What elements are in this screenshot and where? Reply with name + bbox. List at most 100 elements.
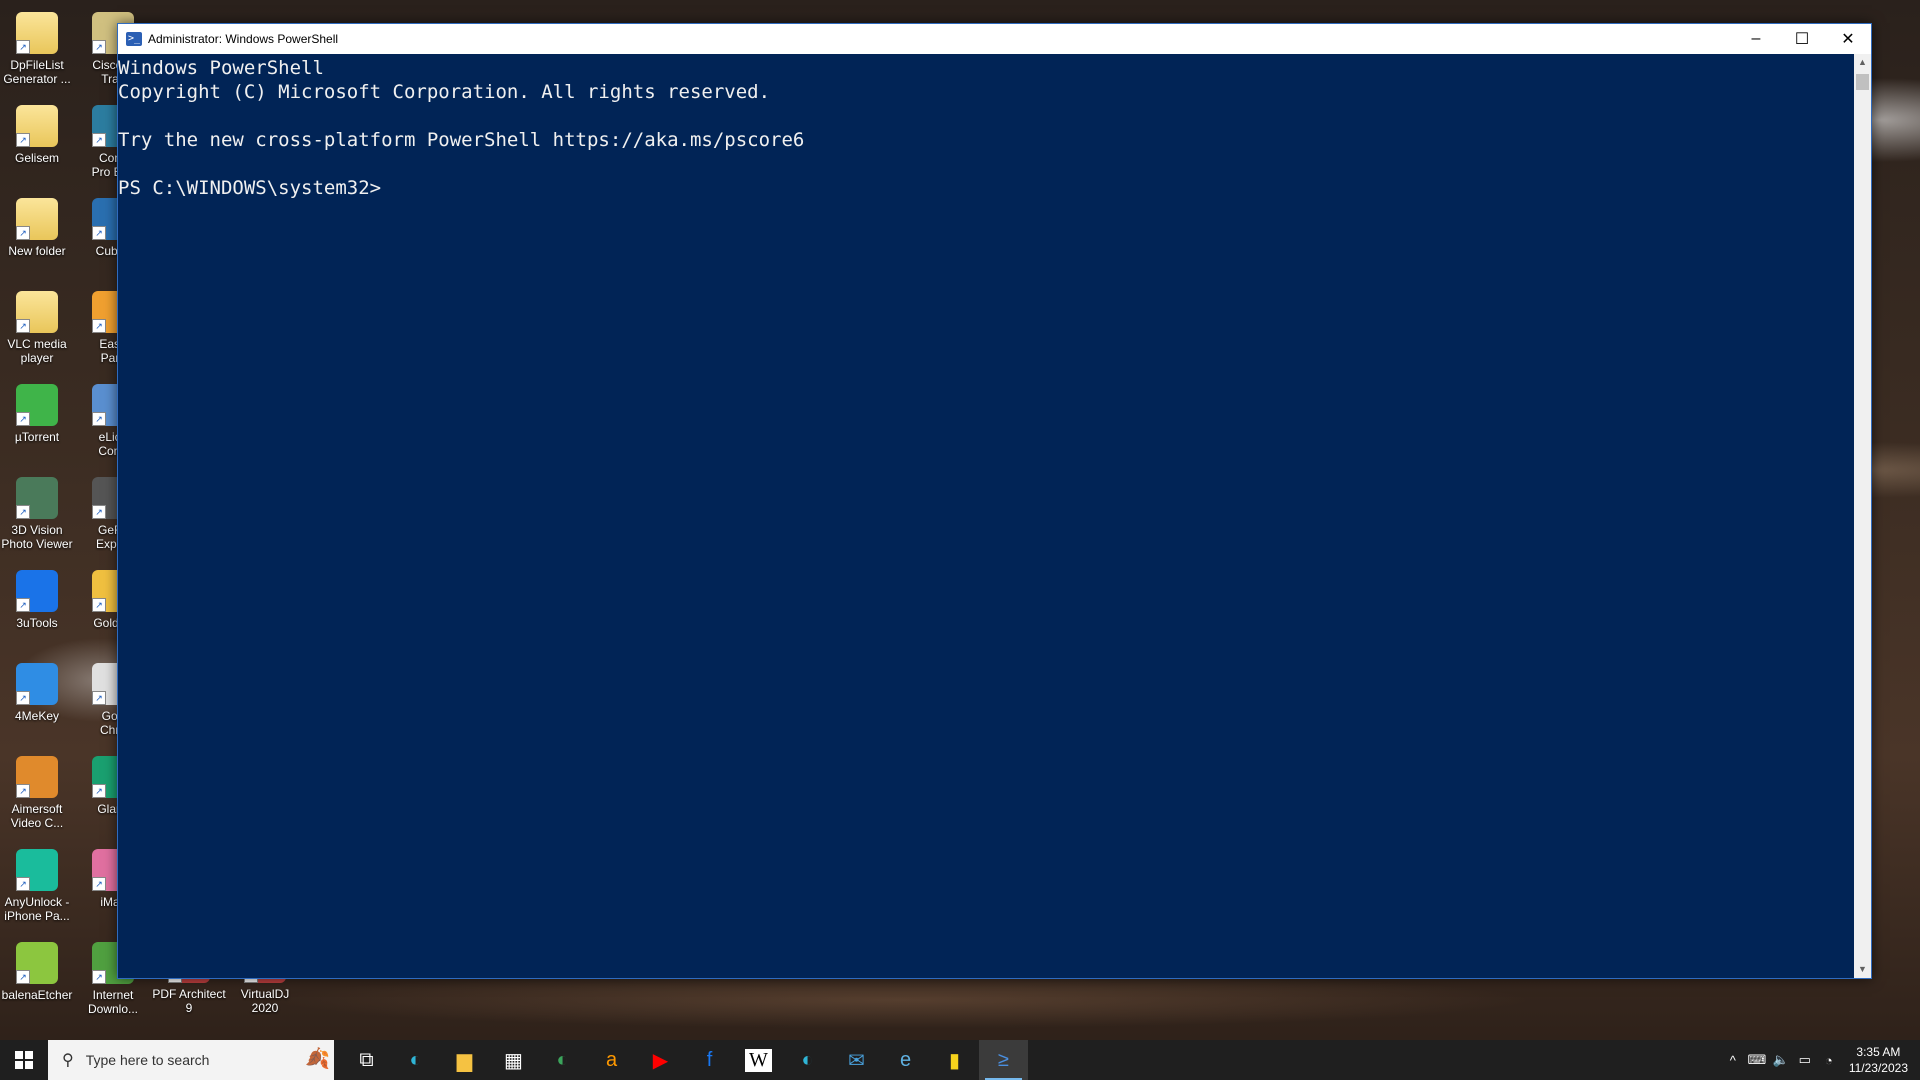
desktop-icon-label: balenaEtcher <box>1 988 73 1002</box>
edge-icon: ◐ <box>409 1048 422 1071</box>
ie-icon: e <box>899 1048 912 1071</box>
taskbar-mail-button[interactable]: ✉ <box>832 1040 881 1080</box>
taskbar-wikipedia-button[interactable]: W <box>734 1040 783 1080</box>
sticky-notes-icon: ▮ <box>948 1049 960 1072</box>
shortcut-arrow-icon: ↗ <box>16 691 30 705</box>
windows-icon <box>15 1051 33 1069</box>
folder-icon: ↗ <box>16 198 58 240</box>
scroll-up-icon[interactable]: ▲ <box>1854 54 1871 71</box>
taskbar-amazon-button[interactable]: a <box>587 1040 636 1080</box>
desktop-icon[interactable]: ↗ µTorrent <box>0 374 74 466</box>
close-button[interactable]: ✕ <box>1825 24 1871 54</box>
desktop-icon-label: DpFileList Generator ... <box>3 58 71 86</box>
clock-date: 11/23/2023 <box>1848 1061 1908 1075</box>
taskbar-sticky-notes-button[interactable]: ▮ <box>930 1040 979 1080</box>
desktop-icon[interactable]: ↗ DpFileList Generator ... <box>0 2 74 94</box>
mail-icon: ✉ <box>848 1049 865 1072</box>
desktop-icon-label: PDF Architect 9 <box>152 987 226 1015</box>
facebook-icon: f <box>706 1048 713 1071</box>
folder-icon: ↗ <box>16 105 58 147</box>
clock-time: 3:35 AM <box>1856 1045 1901 1059</box>
desktop-icon-label: µTorrent <box>14 430 60 444</box>
console-output[interactable]: Windows PowerShell Copyright (C) Microsof… <box>118 54 1853 980</box>
shortcut-arrow-icon: ↗ <box>92 319 106 333</box>
desktop-icon-label: 4MeKey <box>14 709 60 723</box>
start-button[interactable] <box>0 1040 48 1080</box>
powershell-icon: ≥ <box>998 1048 1009 1071</box>
desktop-icon[interactable]: ↗ AnyUnlock - iPhone Pa... <box>0 839 74 931</box>
shortcut-arrow-icon: ↗ <box>92 505 106 519</box>
vertical-scrollbar[interactable]: ▲ ▼ <box>1854 54 1871 978</box>
powershell-window[interactable]: >_ Administrator: Windows PowerShell – ☐… <box>117 23 1872 979</box>
search-box[interactable]: ⚲ Type here to search 🍂 <box>48 1040 334 1080</box>
desktop-icon-label: 3uTools <box>16 616 58 630</box>
taskbar-edge-button[interactable]: ◐ <box>391 1040 440 1080</box>
keyboard-icon[interactable]: ⌨ <box>1745 1052 1769 1068</box>
taskbar-task-view-button[interactable]: ⧉ <box>342 1040 391 1080</box>
desktop-icon[interactable]: ↗ Aimersoft Video C... <box>0 746 74 838</box>
shortcut-arrow-icon: ↗ <box>92 226 106 240</box>
edge-dev-icon: ◐ <box>556 1048 569 1071</box>
wikipedia-icon: W <box>745 1048 772 1072</box>
amazon-icon: a <box>605 1048 618 1071</box>
console-line: PS C:\WINDOWS\system32> <box>118 177 382 199</box>
taskbar-file-explorer-button[interactable]: ▆ <box>440 1040 489 1080</box>
shortcut-arrow-icon: ↗ <box>92 133 106 147</box>
taskbar-edge-beta-button[interactable]: ◐ <box>783 1040 832 1080</box>
scroll-down-icon[interactable]: ▼ <box>1854 961 1871 978</box>
console-line: Try the new cross-platform PowerShell ht… <box>118 129 805 151</box>
maximize-button[interactable]: ☐ <box>1779 24 1825 54</box>
desktop-icon-label: Internet Downlo... <box>87 988 139 1016</box>
desktop-icon-label: 3D Vision Photo Viewer <box>1 523 73 551</box>
file-explorer-icon: ▆ <box>456 1049 473 1072</box>
console-line: Copyright (C) Microsoft Corporation. All… <box>118 81 771 103</box>
app-icon: ↗ <box>16 384 58 426</box>
app-icon: ↗ <box>16 570 58 612</box>
app-icon: ↗ <box>16 477 58 519</box>
shortcut-arrow-icon: ↗ <box>16 133 30 147</box>
title-bar[interactable]: >_ Administrator: Windows PowerShell – ☐… <box>118 24 1871 54</box>
shortcut-arrow-icon: ↗ <box>92 877 106 891</box>
taskbar-youtube-button[interactable]: ▶ <box>636 1040 685 1080</box>
shortcut-arrow-icon: ↗ <box>92 598 106 612</box>
shortcut-arrow-icon: ↗ <box>16 319 30 333</box>
taskbar: ⚲ Type here to search 🍂 ⧉ ◐ ▆ ▦ ◐ a ▶ f W ◐ ✉ e ▮ ≥ ^… <box>0 1040 1920 1080</box>
edge-beta-icon: ◐ <box>801 1048 814 1071</box>
network-icon[interactable]: ◔ <box>1817 1053 1841 1068</box>
desktop-icon-label: Aimersoft Video C... <box>10 802 64 830</box>
shortcut-arrow-icon: ↗ <box>92 412 106 426</box>
shortcut-arrow-icon: ↗ <box>92 784 106 798</box>
taskbar-powershell-button[interactable]: ≥ <box>979 1040 1028 1080</box>
desktop-icon[interactable]: ↗ Gelisem <box>0 95 74 187</box>
search-placeholder: Type here to search <box>85 1052 210 1068</box>
desktop-icon[interactable]: ↗ 4MeKey <box>0 653 74 745</box>
taskbar-store-button[interactable]: ▦ <box>489 1040 538 1080</box>
folder-icon: ↗ <box>16 291 58 333</box>
task-view-icon: ⧉ <box>359 1048 374 1071</box>
volume-icon[interactable]: 🔈 <box>1769 1052 1793 1068</box>
desktop-icon-label: AnyUnlock - iPhone Pa... <box>4 895 70 923</box>
youtube-icon: ▶ <box>652 1049 669 1072</box>
minimize-button[interactable]: – <box>1733 24 1779 54</box>
shortcut-arrow-icon: ↗ <box>16 970 30 984</box>
desktop-icon[interactable]: ↗ VLC media player <box>0 281 74 373</box>
desktop-icon[interactable]: ↗ balenaEtcher <box>0 932 74 1024</box>
desktop-icon[interactable]: ↗ 3D Vision Photo Viewer <box>0 467 74 559</box>
shortcut-arrow-icon: ↗ <box>16 412 30 426</box>
app-icon: ↗ <box>16 942 58 984</box>
shortcut-arrow-icon: ↗ <box>16 784 30 798</box>
taskbar-ie-button[interactable]: e <box>881 1040 930 1080</box>
taskbar-facebook-button[interactable]: f <box>685 1040 734 1080</box>
store-icon: ▦ <box>504 1049 523 1072</box>
clock[interactable]: 3:35 AM 11/23/2023 <box>1849 1044 1908 1076</box>
desktop-icon[interactable]: ↗ New folder <box>0 188 74 280</box>
scroll-thumb[interactable] <box>1856 74 1869 90</box>
taskbar-edge-dev-button[interactable]: ◐ <box>538 1040 587 1080</box>
shortcut-arrow-icon: ↗ <box>16 226 30 240</box>
window-title: Administrator: Windows PowerShell <box>148 32 339 46</box>
battery-icon[interactable]: ▭ <box>1793 1052 1817 1068</box>
desktop-icon[interactable]: ↗ 3uTools <box>0 560 74 652</box>
shortcut-arrow-icon: ↗ <box>92 40 106 54</box>
chevron-up-icon[interactable]: ^ <box>1721 1053 1745 1068</box>
